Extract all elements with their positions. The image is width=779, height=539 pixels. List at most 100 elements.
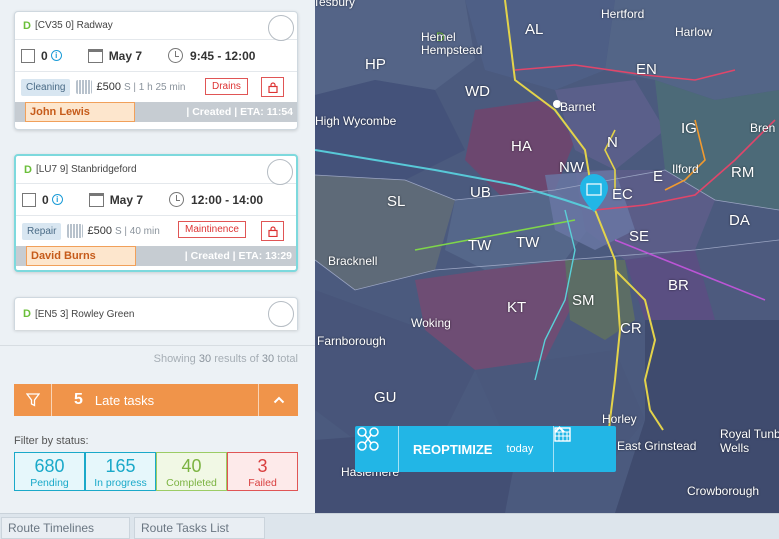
task-card[interactable]: D [LU7 9] Stanbridgeford 0 i May 7 12:00… bbox=[14, 154, 298, 272]
info-icon[interactable]: i bbox=[51, 194, 63, 205]
results-total: 30 bbox=[261, 353, 275, 365]
results-count: Showing 30 results of 30 total bbox=[0, 353, 315, 365]
map-label: Horley bbox=[602, 412, 637, 426]
stat-label: Pending bbox=[30, 477, 69, 489]
task-time: 12:00 - 14:00 bbox=[191, 192, 264, 207]
task-card[interactable]: D [CV35 0] Radway 0 i May 7 9:45 - 12:00… bbox=[14, 11, 298, 130]
filter-icon[interactable] bbox=[14, 384, 52, 416]
task-card-header: D [EN5 3] Rowley Green bbox=[15, 298, 297, 330]
select-checkbox[interactable] bbox=[267, 159, 293, 185]
map-label: BR bbox=[668, 277, 689, 294]
task-schedule-row: 0 i May 7 9:45 - 12:00 bbox=[15, 40, 297, 72]
resize-icon bbox=[22, 192, 36, 207]
stat-number: 3 bbox=[257, 456, 268, 476]
status-letter: D bbox=[24, 163, 32, 176]
resize-icon bbox=[21, 48, 35, 63]
task-eta: | Created | ETA: 13:29 bbox=[184, 250, 292, 262]
results-prefix: Showing bbox=[153, 353, 196, 365]
map-label: Tesbury bbox=[315, 0, 356, 9]
map-label: Barnet bbox=[560, 100, 596, 114]
status-letter: D bbox=[23, 19, 31, 32]
results-suffix: total bbox=[277, 353, 298, 365]
chevron-up-icon bbox=[554, 426, 565, 433]
task-time: 9:45 - 12:00 bbox=[190, 48, 256, 63]
stat-label: Completed bbox=[166, 477, 217, 489]
task-code: [CV35 0] Radway bbox=[34, 20, 113, 31]
status-filter-pending[interactable]: 680 Pending bbox=[14, 452, 85, 491]
map-label: RM bbox=[731, 164, 755, 181]
assignee-name[interactable]: John Lewis bbox=[25, 102, 135, 122]
task-card[interactable]: D [EN5 3] Rowley Green bbox=[14, 297, 298, 330]
task-card-footer: John Lewis | Created | ETA: 11:54 bbox=[15, 102, 297, 122]
tab-route-timelines[interactable]: Route Timelines bbox=[1, 517, 130, 539]
map-label: High Wycombe bbox=[315, 114, 397, 128]
bottom-tabs: Route Timelines Route Tasks List bbox=[0, 513, 779, 539]
route-map[interactable]: Tesbury Hertford AL Harlow D Hemel Hemps… bbox=[315, 0, 779, 513]
stat-number: 40 bbox=[181, 456, 202, 476]
late-count: 5 bbox=[74, 391, 83, 408]
task-card-header: D [LU7 9] Stanbridgeford bbox=[16, 156, 296, 185]
task-price: £500 bbox=[96, 81, 121, 93]
category-tag[interactable]: Drains bbox=[205, 78, 248, 95]
map-label: East Grinstead bbox=[617, 439, 697, 453]
task-price: £500 bbox=[87, 225, 112, 237]
map-label: Ilford bbox=[672, 162, 699, 176]
status-filter-in-progress[interactable]: 165 In progress bbox=[85, 452, 156, 491]
task-detail-row: Cleaning £500 S | 1 h 25 min Drains bbox=[15, 72, 297, 102]
lock-icon bbox=[267, 225, 278, 237]
info-icon[interactable]: i bbox=[50, 50, 62, 61]
lock-button[interactable] bbox=[261, 77, 284, 97]
map-label: Hertford bbox=[601, 7, 645, 21]
select-checkbox[interactable] bbox=[268, 15, 294, 41]
map-label: EC bbox=[612, 186, 633, 203]
map-label: WD bbox=[465, 83, 490, 100]
route-nodes-icon bbox=[355, 426, 399, 472]
task-date: May 7 bbox=[108, 48, 143, 63]
date-picker-button[interactable] bbox=[553, 426, 616, 472]
results-shown: 30 bbox=[198, 353, 212, 365]
map-label: HA bbox=[511, 138, 532, 155]
map-label: GU bbox=[374, 389, 397, 406]
map-label: NW bbox=[559, 159, 584, 176]
lock-icon bbox=[267, 81, 278, 93]
map-label: E bbox=[653, 168, 664, 185]
clock-icon bbox=[169, 192, 185, 207]
map-label: SM bbox=[572, 292, 595, 309]
task-card-footer: David Burns | Created | ETA: 13:29 bbox=[16, 246, 296, 266]
task-size-duration: S | 40 min bbox=[114, 225, 160, 237]
select-checkbox[interactable] bbox=[268, 301, 294, 327]
money-icon bbox=[67, 224, 84, 238]
late-tasks-bar[interactable]: 5 Late tasks bbox=[14, 384, 298, 416]
status-filter-completed[interactable]: 40 Completed bbox=[156, 452, 227, 491]
map-label: CR bbox=[620, 320, 642, 337]
map-label: Crowborough bbox=[687, 484, 760, 498]
map-label: IG bbox=[681, 120, 697, 137]
task-panel: D [CV35 0] Radway 0 i May 7 9:45 - 12:00… bbox=[0, 0, 315, 513]
reoptimize-button[interactable]: REOPTIMIZE bbox=[413, 442, 492, 457]
task-count: 0 bbox=[41, 48, 48, 63]
lock-button[interactable] bbox=[261, 221, 284, 241]
task-type-tag: Repair bbox=[22, 222, 62, 240]
reoptimize-bar[interactable]: REOPTIMIZE today bbox=[355, 426, 616, 472]
map-label: TW bbox=[468, 237, 492, 254]
task-date: May 7 bbox=[109, 192, 144, 207]
map-label: SL bbox=[387, 193, 406, 210]
status-filter-failed[interactable]: 3 Failed bbox=[227, 452, 298, 491]
reoptimize-date[interactable]: today bbox=[506, 443, 533, 455]
assignee-name[interactable]: David Burns bbox=[26, 246, 136, 266]
late-label: Late tasks bbox=[94, 392, 155, 408]
filter-label: Filter by status: bbox=[14, 435, 89, 447]
tab-route-tasks-list[interactable]: Route Tasks List bbox=[134, 517, 265, 539]
map-label: DA bbox=[729, 212, 750, 229]
map-label: AL bbox=[525, 21, 544, 38]
task-eta: | Created | ETA: 11:54 bbox=[186, 106, 293, 118]
stat-label: Failed bbox=[248, 477, 277, 489]
status-letter: D bbox=[23, 308, 31, 320]
clock-icon bbox=[168, 48, 184, 63]
task-code: [LU7 9] Stanbridgeford bbox=[35, 164, 137, 175]
calendar-icon bbox=[88, 192, 104, 207]
chevron-up-icon[interactable] bbox=[258, 384, 298, 416]
category-tag[interactable]: Maintinence bbox=[178, 221, 246, 238]
map-label: UB bbox=[470, 184, 491, 201]
map-label: Royal Tunb Wells bbox=[720, 427, 779, 455]
